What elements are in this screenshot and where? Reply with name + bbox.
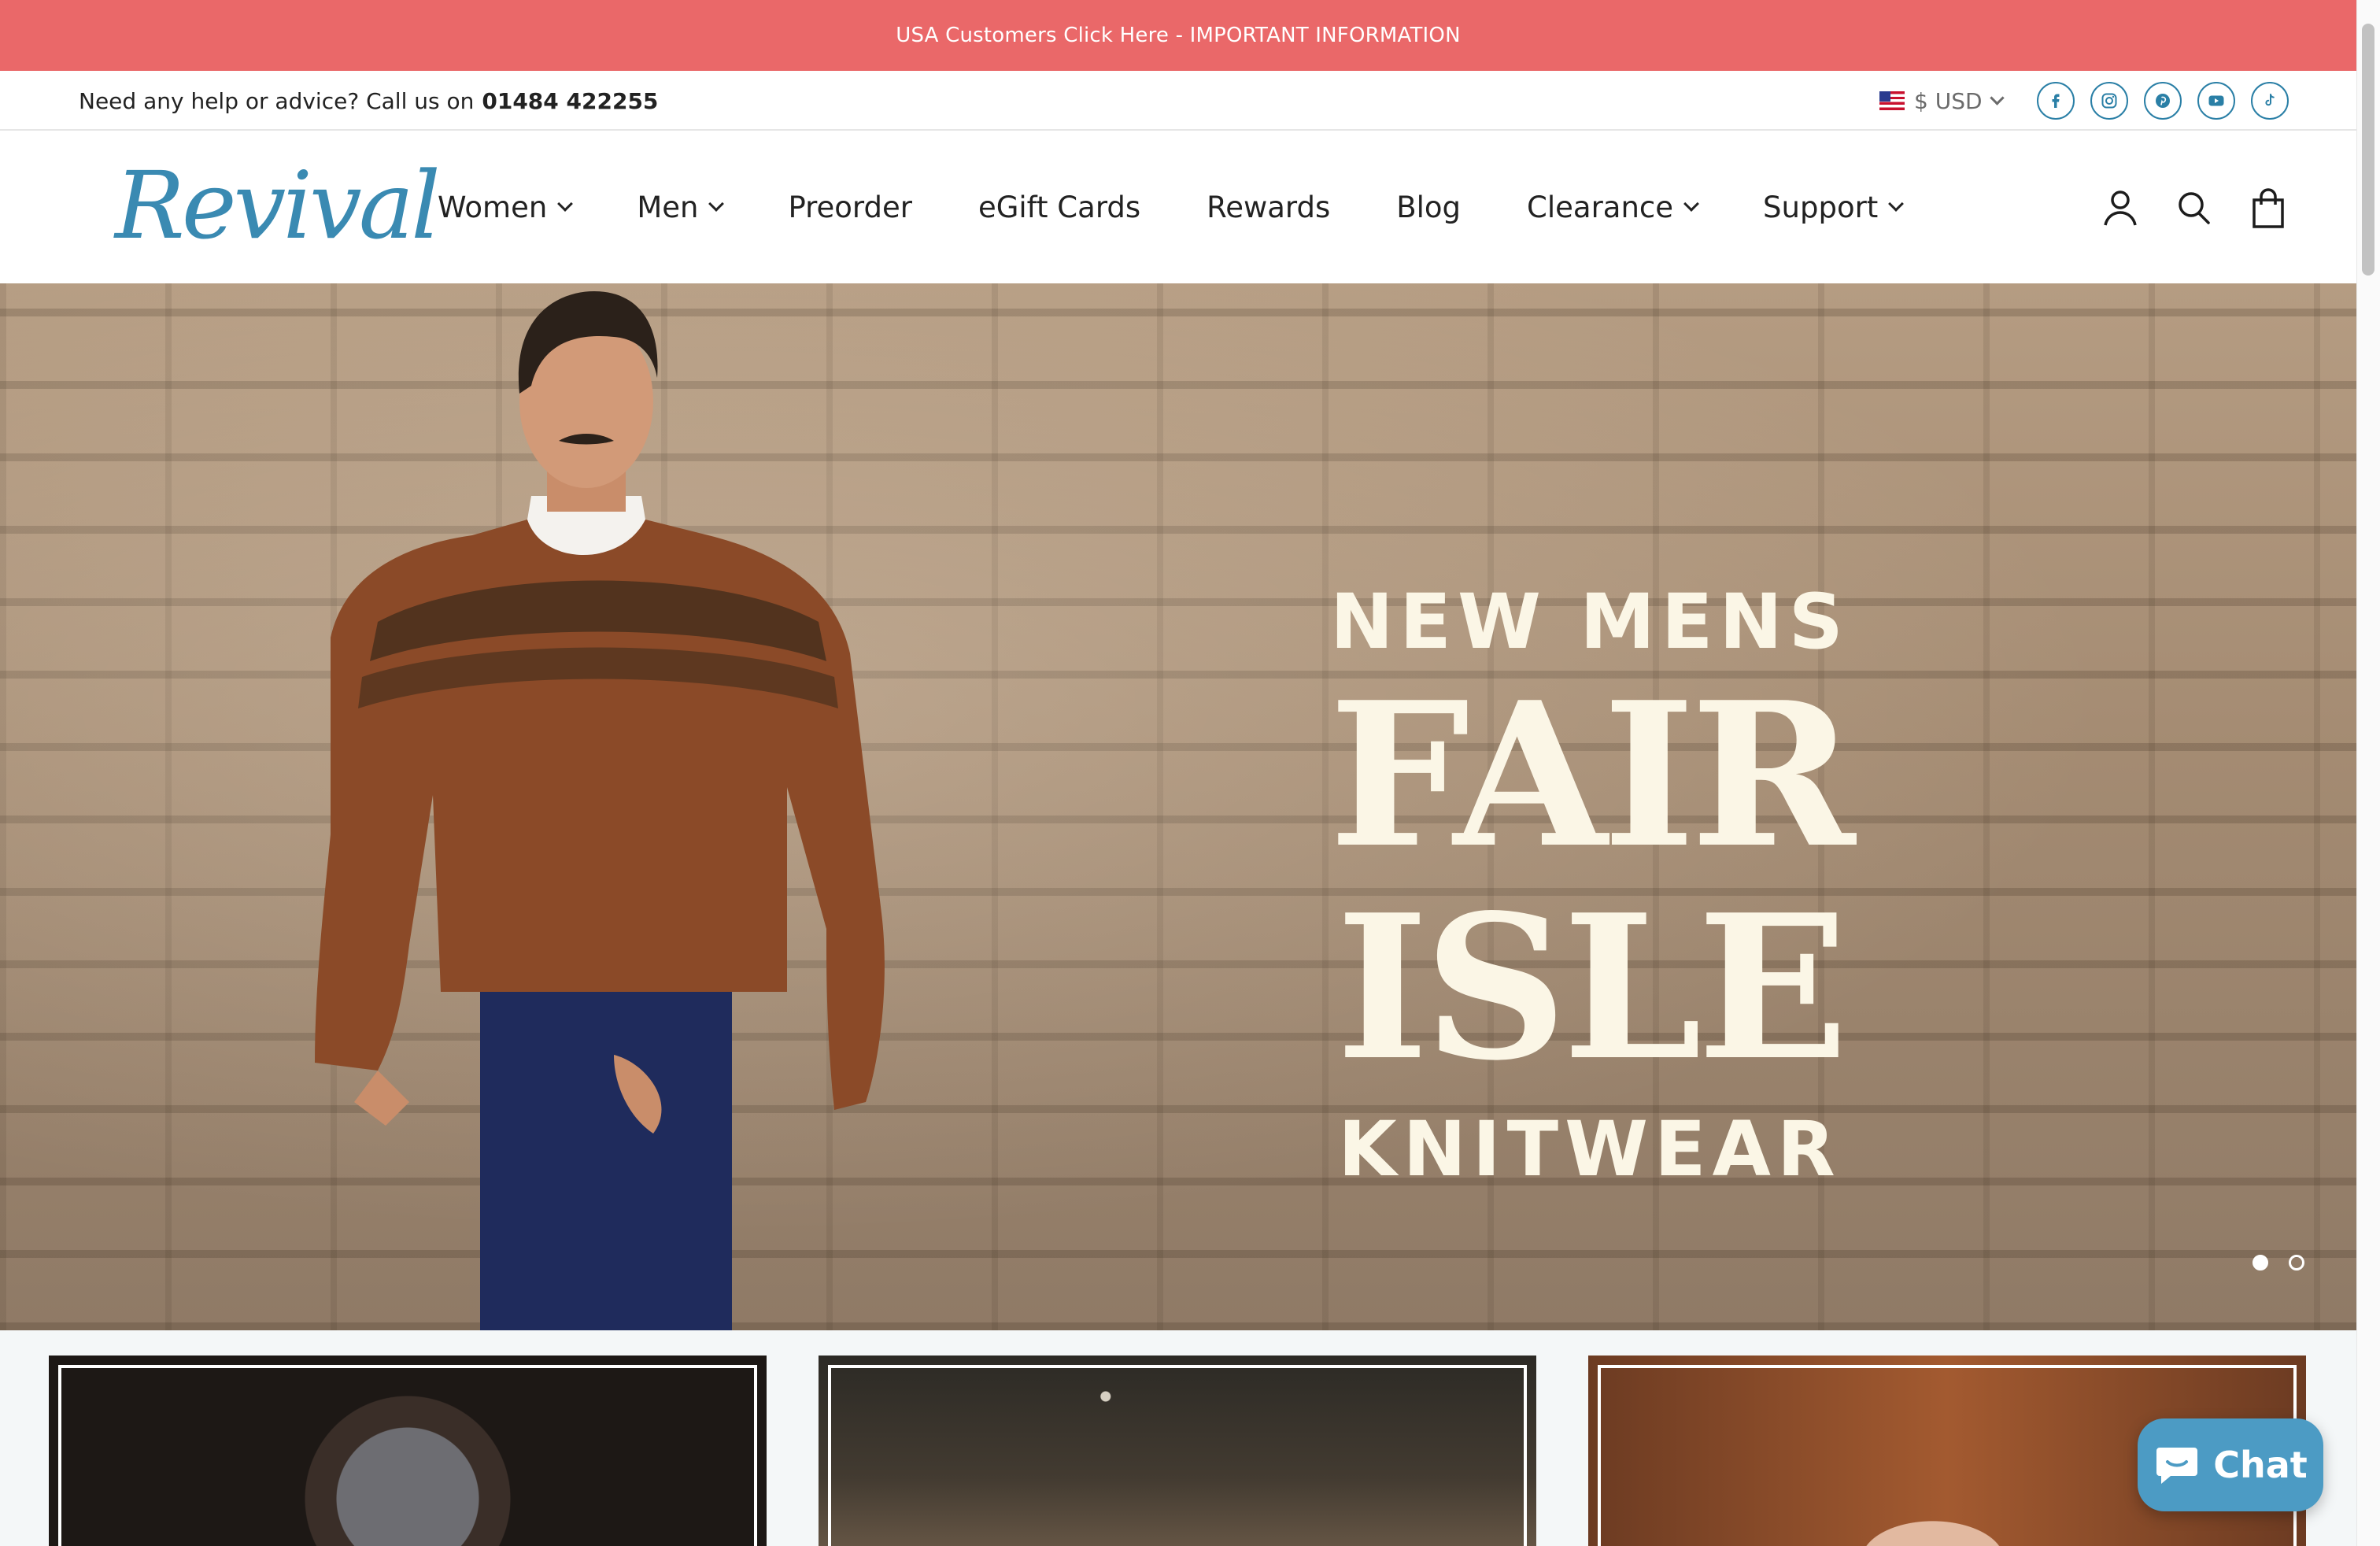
nav-item-preorder[interactable]: Preorder: [788, 190, 912, 224]
nav-item-egift-cards[interactable]: eGift Cards: [978, 190, 1140, 224]
hero-title: FAIR ISLE: [1329, 659, 1856, 1104]
phone-number[interactable]: 01484 422255: [482, 88, 658, 114]
chat-bubble-icon: [2156, 1448, 2198, 1484]
chevron-down-icon: [708, 196, 725, 212]
chevron-down-icon: [557, 196, 574, 212]
main-nav: Women Men Preorder eGift Cards Rewards B…: [438, 131, 1968, 283]
nav-item-support[interactable]: Support: [1763, 190, 1905, 224]
carousel-dots: [2252, 1255, 2304, 1270]
announcement-text[interactable]: USA Customers Click Here - IMPORTANT INF…: [896, 24, 1461, 47]
chat-button[interactable]: Chat: [2138, 1418, 2323, 1511]
carousel-dot-2[interactable]: [2289, 1255, 2304, 1270]
chevron-down-icon: [1989, 90, 2005, 105]
pinterest-icon[interactable]: [2144, 82, 2182, 120]
card-frame: [58, 1365, 757, 1546]
youtube-icon[interactable]: [2197, 82, 2235, 120]
card-frame: [828, 1365, 1527, 1546]
nav-item-men[interactable]: Men: [637, 190, 725, 224]
header-icons: [2101, 187, 2287, 228]
category-card-1[interactable]: [49, 1356, 767, 1546]
page: USA Customers Click Here - IMPORTANT INF…: [0, 0, 2380, 1546]
hero-headline: NEW MENS FAIR ISLE KNITWEAR: [1055, 583, 2125, 1189]
hero-kicker: NEW MENS: [1330, 578, 1850, 666]
account-icon[interactable]: [2101, 187, 2139, 228]
chevron-down-icon: [1683, 196, 1699, 212]
revival-logo[interactable]: Revival: [115, 154, 441, 257]
site-header: Revival Women Men Preorder eGift Cards R…: [0, 131, 2356, 283]
us-flag-icon: [1879, 91, 1905, 110]
currency-selector[interactable]: $ USD: [1879, 85, 2005, 117]
chevron-down-icon: [1888, 196, 1905, 212]
currency-label: $ USD: [1914, 87, 1983, 114]
carousel-dot-1[interactable]: [2252, 1255, 2268, 1270]
page-scrollbar[interactable]: [2356, 0, 2380, 1546]
scrollbar-thumb[interactable]: [2362, 24, 2374, 276]
hero-model-image: [315, 291, 885, 1330]
help-text: Need any help or advice? Call us on 0148…: [79, 87, 659, 114]
cart-icon[interactable]: [2249, 187, 2287, 228]
hero-subtitle: KNITWEAR: [1338, 1105, 1842, 1193]
chat-label: Chat: [2213, 1444, 2308, 1486]
nav-item-blog[interactable]: Blog: [1396, 190, 1461, 224]
utility-bar: Need any help or advice? Call us on 0148…: [0, 71, 2356, 131]
nav-item-women[interactable]: Women: [438, 190, 574, 224]
nav-item-clearance[interactable]: Clearance: [1527, 190, 1699, 224]
facebook-icon[interactable]: [2037, 82, 2075, 120]
announcement-bar[interactable]: USA Customers Click Here - IMPORTANT INF…: [0, 0, 2356, 71]
nav-item-rewards[interactable]: Rewards: [1207, 190, 1330, 224]
hero-banner[interactable]: NEW MENS FAIR ISLE KNITWEAR: [0, 283, 2356, 1330]
social-links: [2037, 82, 2289, 120]
tiktok-icon[interactable]: [2251, 82, 2289, 120]
category-card-2[interactable]: [819, 1356, 1536, 1546]
instagram-icon[interactable]: [2090, 82, 2128, 120]
search-icon[interactable]: [2175, 187, 2213, 228]
